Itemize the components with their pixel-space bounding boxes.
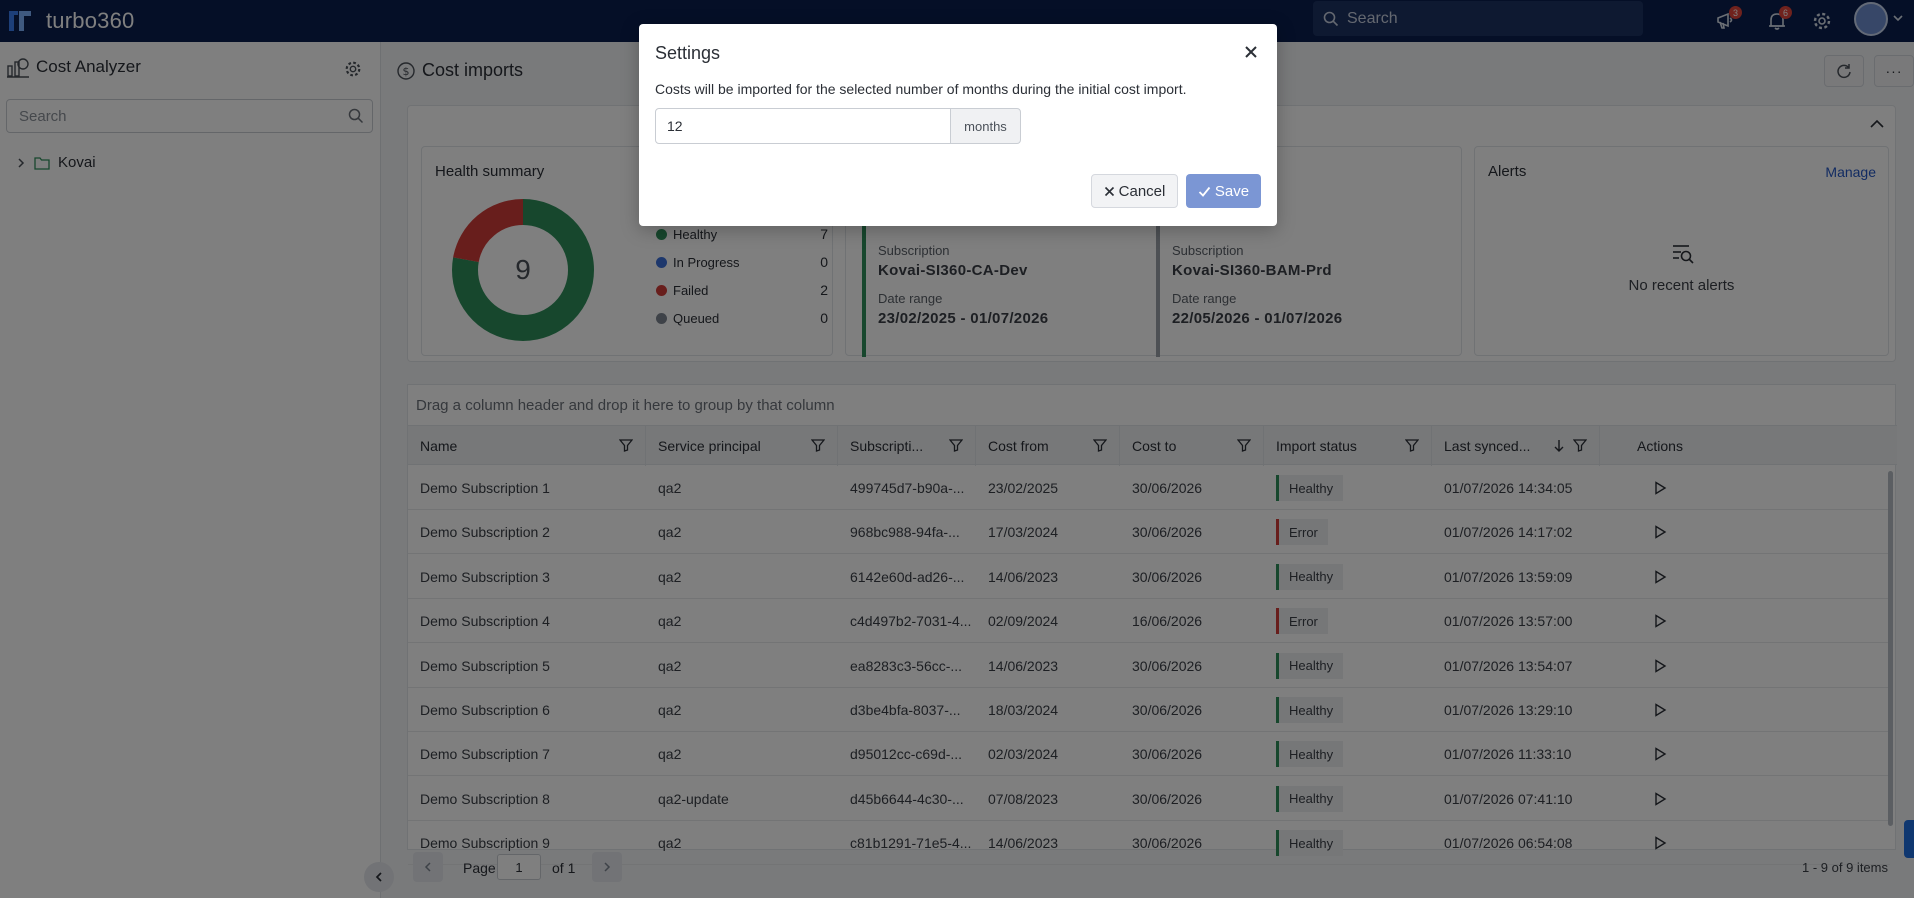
cancel-label: Cancel	[1118, 182, 1166, 200]
close-icon	[1245, 46, 1257, 58]
close-icon	[1104, 186, 1114, 196]
dialog-close-button[interactable]	[1239, 40, 1263, 64]
cancel-button[interactable]: Cancel	[1091, 174, 1178, 208]
save-button[interactable]: Save	[1186, 174, 1261, 208]
dialog-title: Settings	[655, 43, 721, 63]
months-unit-label: months	[950, 108, 1021, 144]
save-label: Save	[1214, 182, 1250, 200]
check-icon	[1198, 186, 1211, 197]
settings-dialog: Settings Costs will be imported for the …	[639, 24, 1277, 226]
months-input[interactable]: 12	[655, 108, 951, 144]
dialog-description: Costs will be imported for the selected …	[655, 81, 1187, 97]
